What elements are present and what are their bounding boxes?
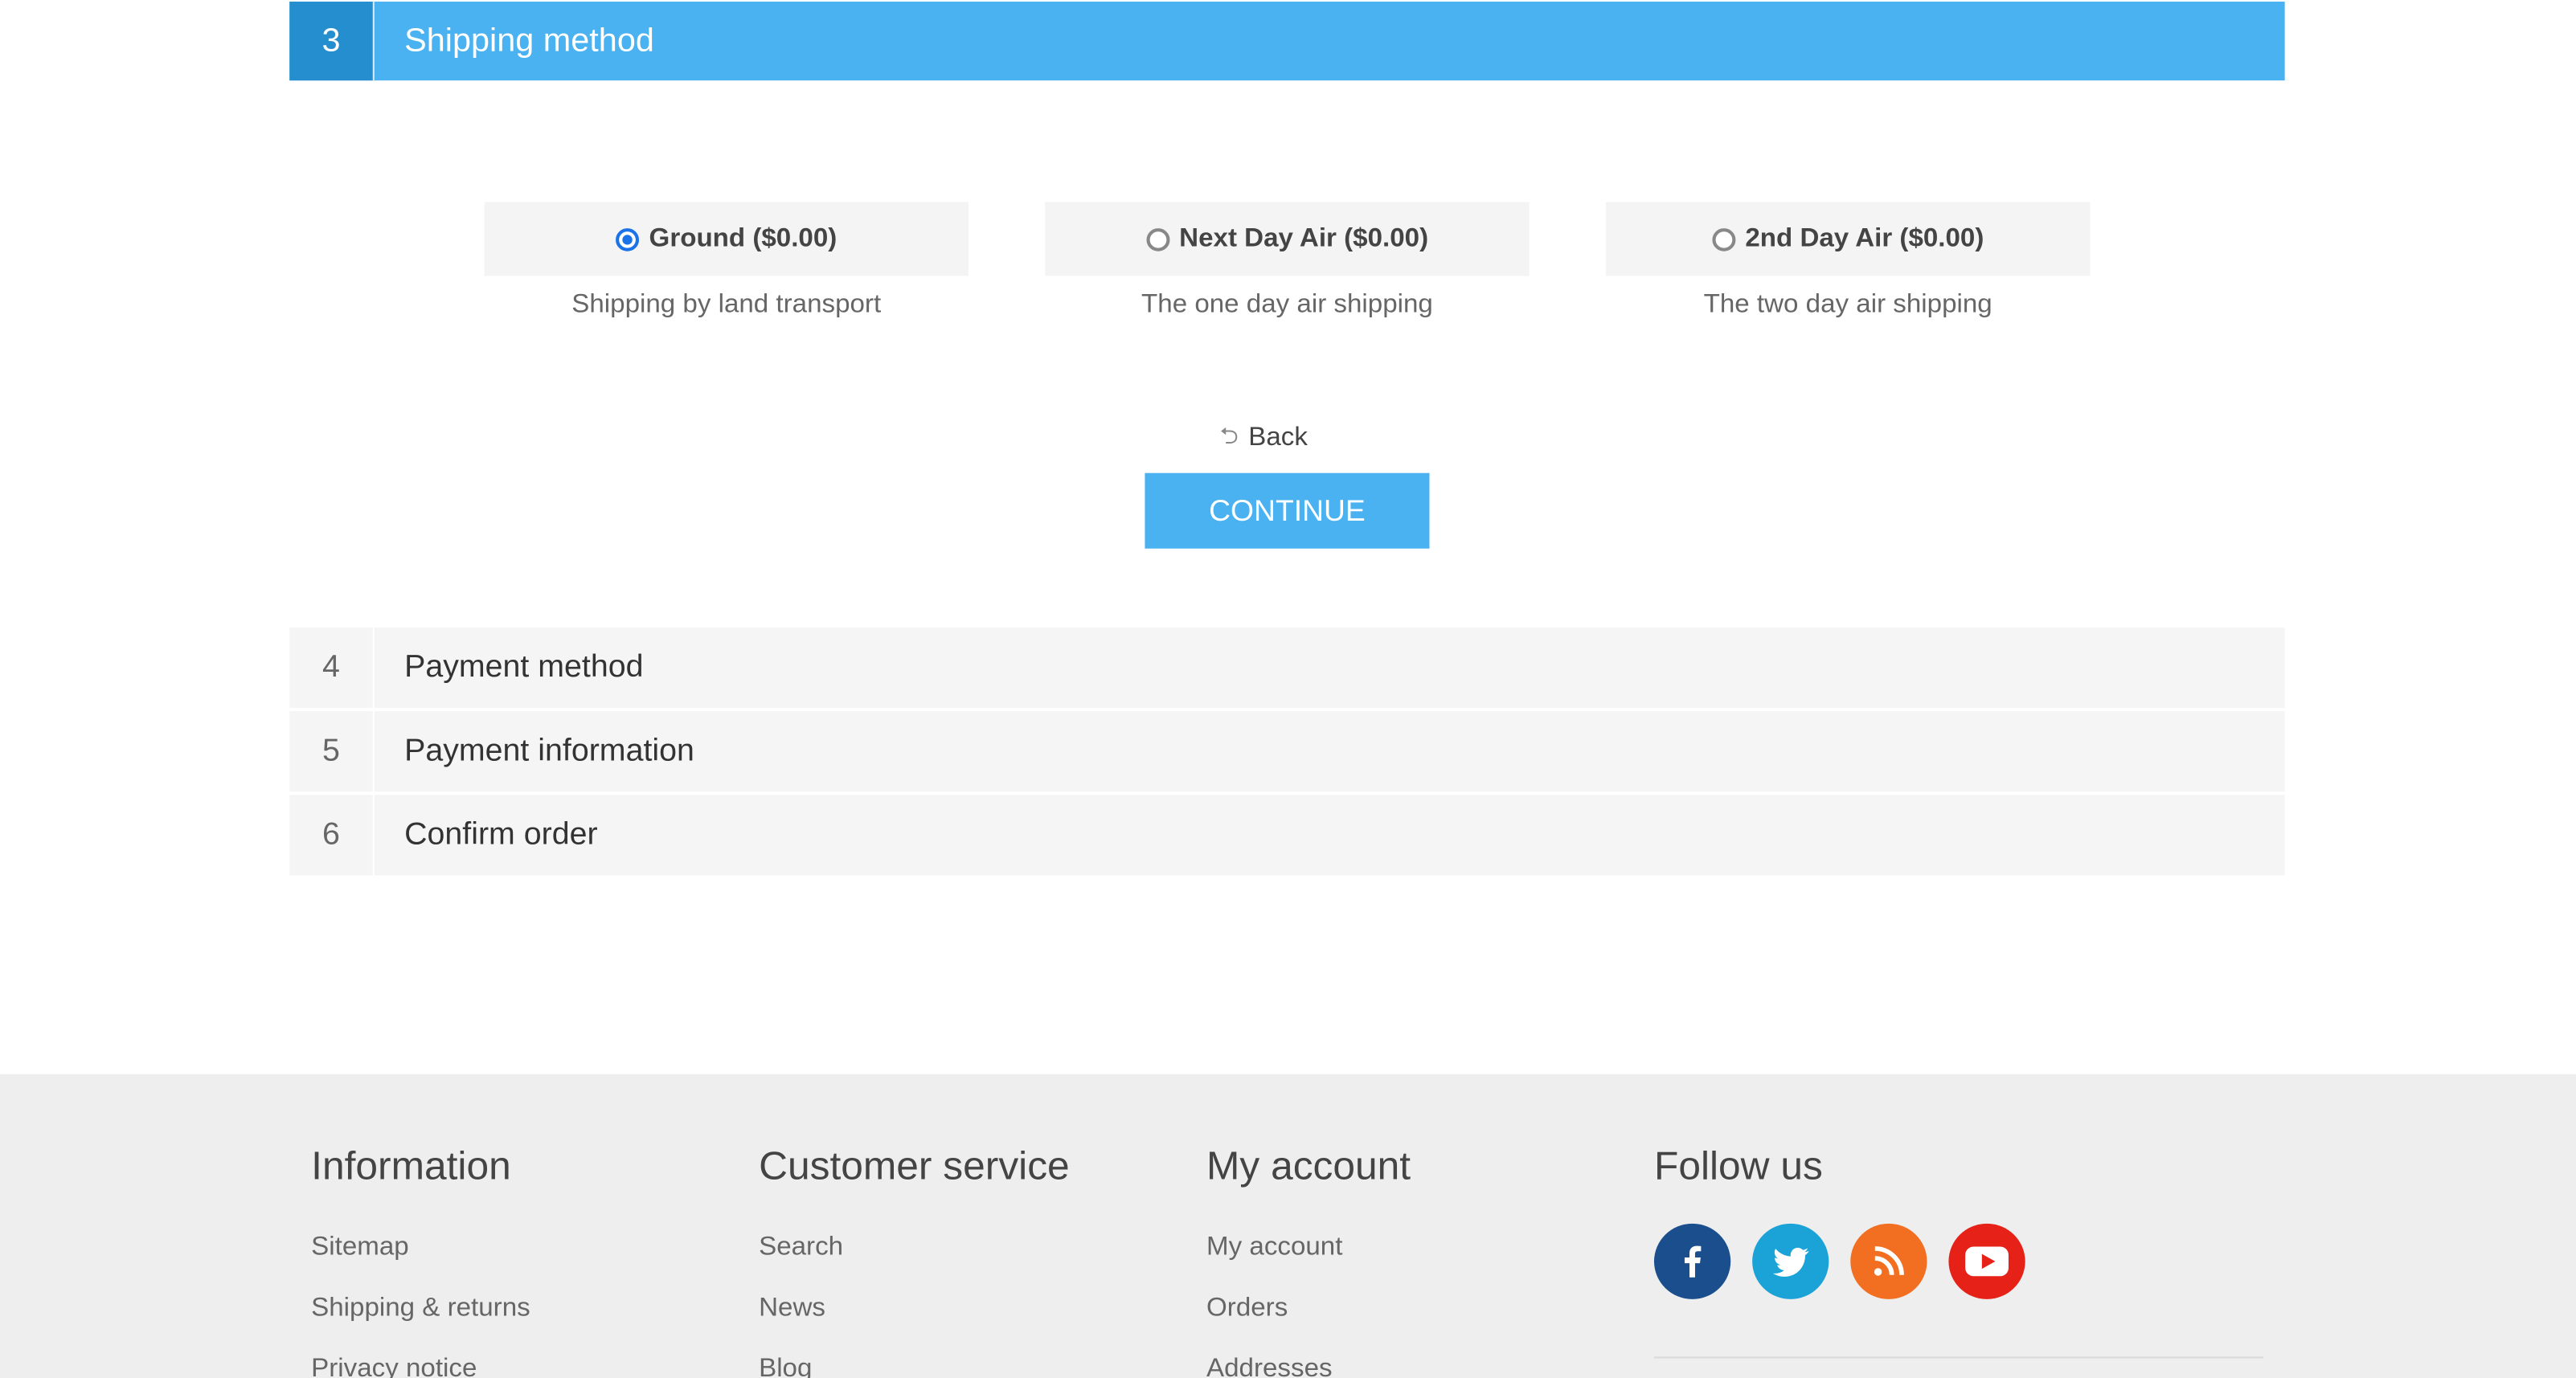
shipping-option-2nd-day-air-radio[interactable]: 2nd Day Air ($0.00) [1605, 202, 2091, 276]
shipping-option-label: Next Day Air ($0.00) [1179, 224, 1429, 252]
step-title: Payment method [404, 649, 644, 685]
shipping-option-description: Shipping by land transport [571, 290, 882, 319]
shipping-option-next-day-air-radio[interactable]: Next Day Air ($0.00) [1045, 202, 1530, 276]
facebook-icon[interactable] [1653, 1223, 1731, 1299]
shipping-option-label: Ground ($0.00) [649, 224, 838, 252]
radio-checked-icon[interactable] [616, 227, 640, 251]
step-payment-information[interactable]: 5 Payment information [289, 711, 2285, 792]
shipping-options: Ground ($0.00) Shipping by land transpor… [484, 202, 2091, 320]
social-links [1653, 1223, 2047, 1299]
back-link[interactable]: ⮌ Back [1220, 419, 1308, 458]
back-arrow-icon: ⮌ [1219, 422, 1239, 449]
footer-link-search[interactable]: Search [759, 1230, 1070, 1291]
footer-link-shipping-returns[interactable]: Shipping & returns [311, 1291, 530, 1352]
footer: Information Sitemap Shipping & returns P… [0, 1073, 2576, 1378]
footer-link-blog[interactable]: Blog [759, 1351, 1070, 1378]
footer-link-privacy-notice[interactable]: Privacy notice [311, 1351, 530, 1378]
rss-icon[interactable] [1850, 1223, 1927, 1299]
step-number: 6 [289, 795, 375, 876]
footer-link-addresses[interactable]: Addresses [1206, 1351, 1411, 1378]
footer-link-news[interactable]: News [759, 1291, 1070, 1352]
step-payment-method[interactable]: 4 Payment method [289, 627, 2285, 709]
shipping-option-2nd-day-air: 2nd Day Air ($0.00) The two day air ship… [1605, 202, 2091, 320]
step-number: 3 [289, 2, 375, 81]
checkout-page: 3 Shipping method Ground ($0.00) Shippin… [0, 0, 2576, 1378]
step-title: Payment information [404, 733, 694, 768]
shipping-option-ground: Ground ($0.00) Shipping by land transpor… [484, 202, 969, 320]
step-number: 5 [289, 711, 375, 792]
step-shipping-method-header[interactable]: 3 Shipping method [289, 2, 2285, 81]
continue-button[interactable]: CONTINUE [1145, 472, 1430, 549]
footer-my-account: My account My account Orders Addresses [1206, 1145, 1411, 1378]
twitter-icon[interactable] [1752, 1223, 1829, 1299]
step-number: 4 [289, 627, 375, 709]
footer-link-my-account[interactable]: My account [1206, 1230, 1411, 1291]
footer-follow-us: Follow us [1653, 1144, 2047, 1299]
shipping-option-ground-radio[interactable]: Ground ($0.00) [484, 202, 969, 276]
radio-unchecked-icon[interactable] [1711, 227, 1735, 251]
footer-heading: Follow us [1653, 1144, 1823, 1189]
radio-unchecked-icon[interactable] [1145, 227, 1169, 251]
step-title: Confirm order [404, 816, 598, 852]
footer-divider [1653, 1356, 2263, 1359]
youtube-icon[interactable] [1948, 1223, 2025, 1299]
footer-heading: Information [311, 1144, 511, 1189]
step-confirm-order[interactable]: 6 Confirm order [289, 795, 2285, 876]
back-label: Back [1248, 423, 1308, 452]
shipping-option-next-day-air: Next Day Air ($0.00) The one day air shi… [1045, 202, 1530, 320]
footer-link-orders[interactable]: Orders [1206, 1291, 1411, 1352]
footer-information: Information Sitemap Shipping & returns P… [311, 1145, 530, 1378]
footer-heading: Customer service [759, 1144, 1070, 1189]
step-title: Shipping method [404, 22, 654, 59]
checkout-steps: 4 Payment method 5 Payment information 6… [289, 627, 2285, 879]
footer-customer-service: Customer service Search News Blog [759, 1145, 1070, 1378]
footer-heading: My account [1206, 1144, 1411, 1189]
shipping-option-description: The two day air shipping [1703, 290, 1992, 319]
shipping-option-label: 2nd Day Air ($0.00) [1745, 224, 1984, 252]
footer-link-sitemap[interactable]: Sitemap [311, 1230, 530, 1291]
shipping-option-description: The one day air shipping [1141, 290, 1433, 319]
